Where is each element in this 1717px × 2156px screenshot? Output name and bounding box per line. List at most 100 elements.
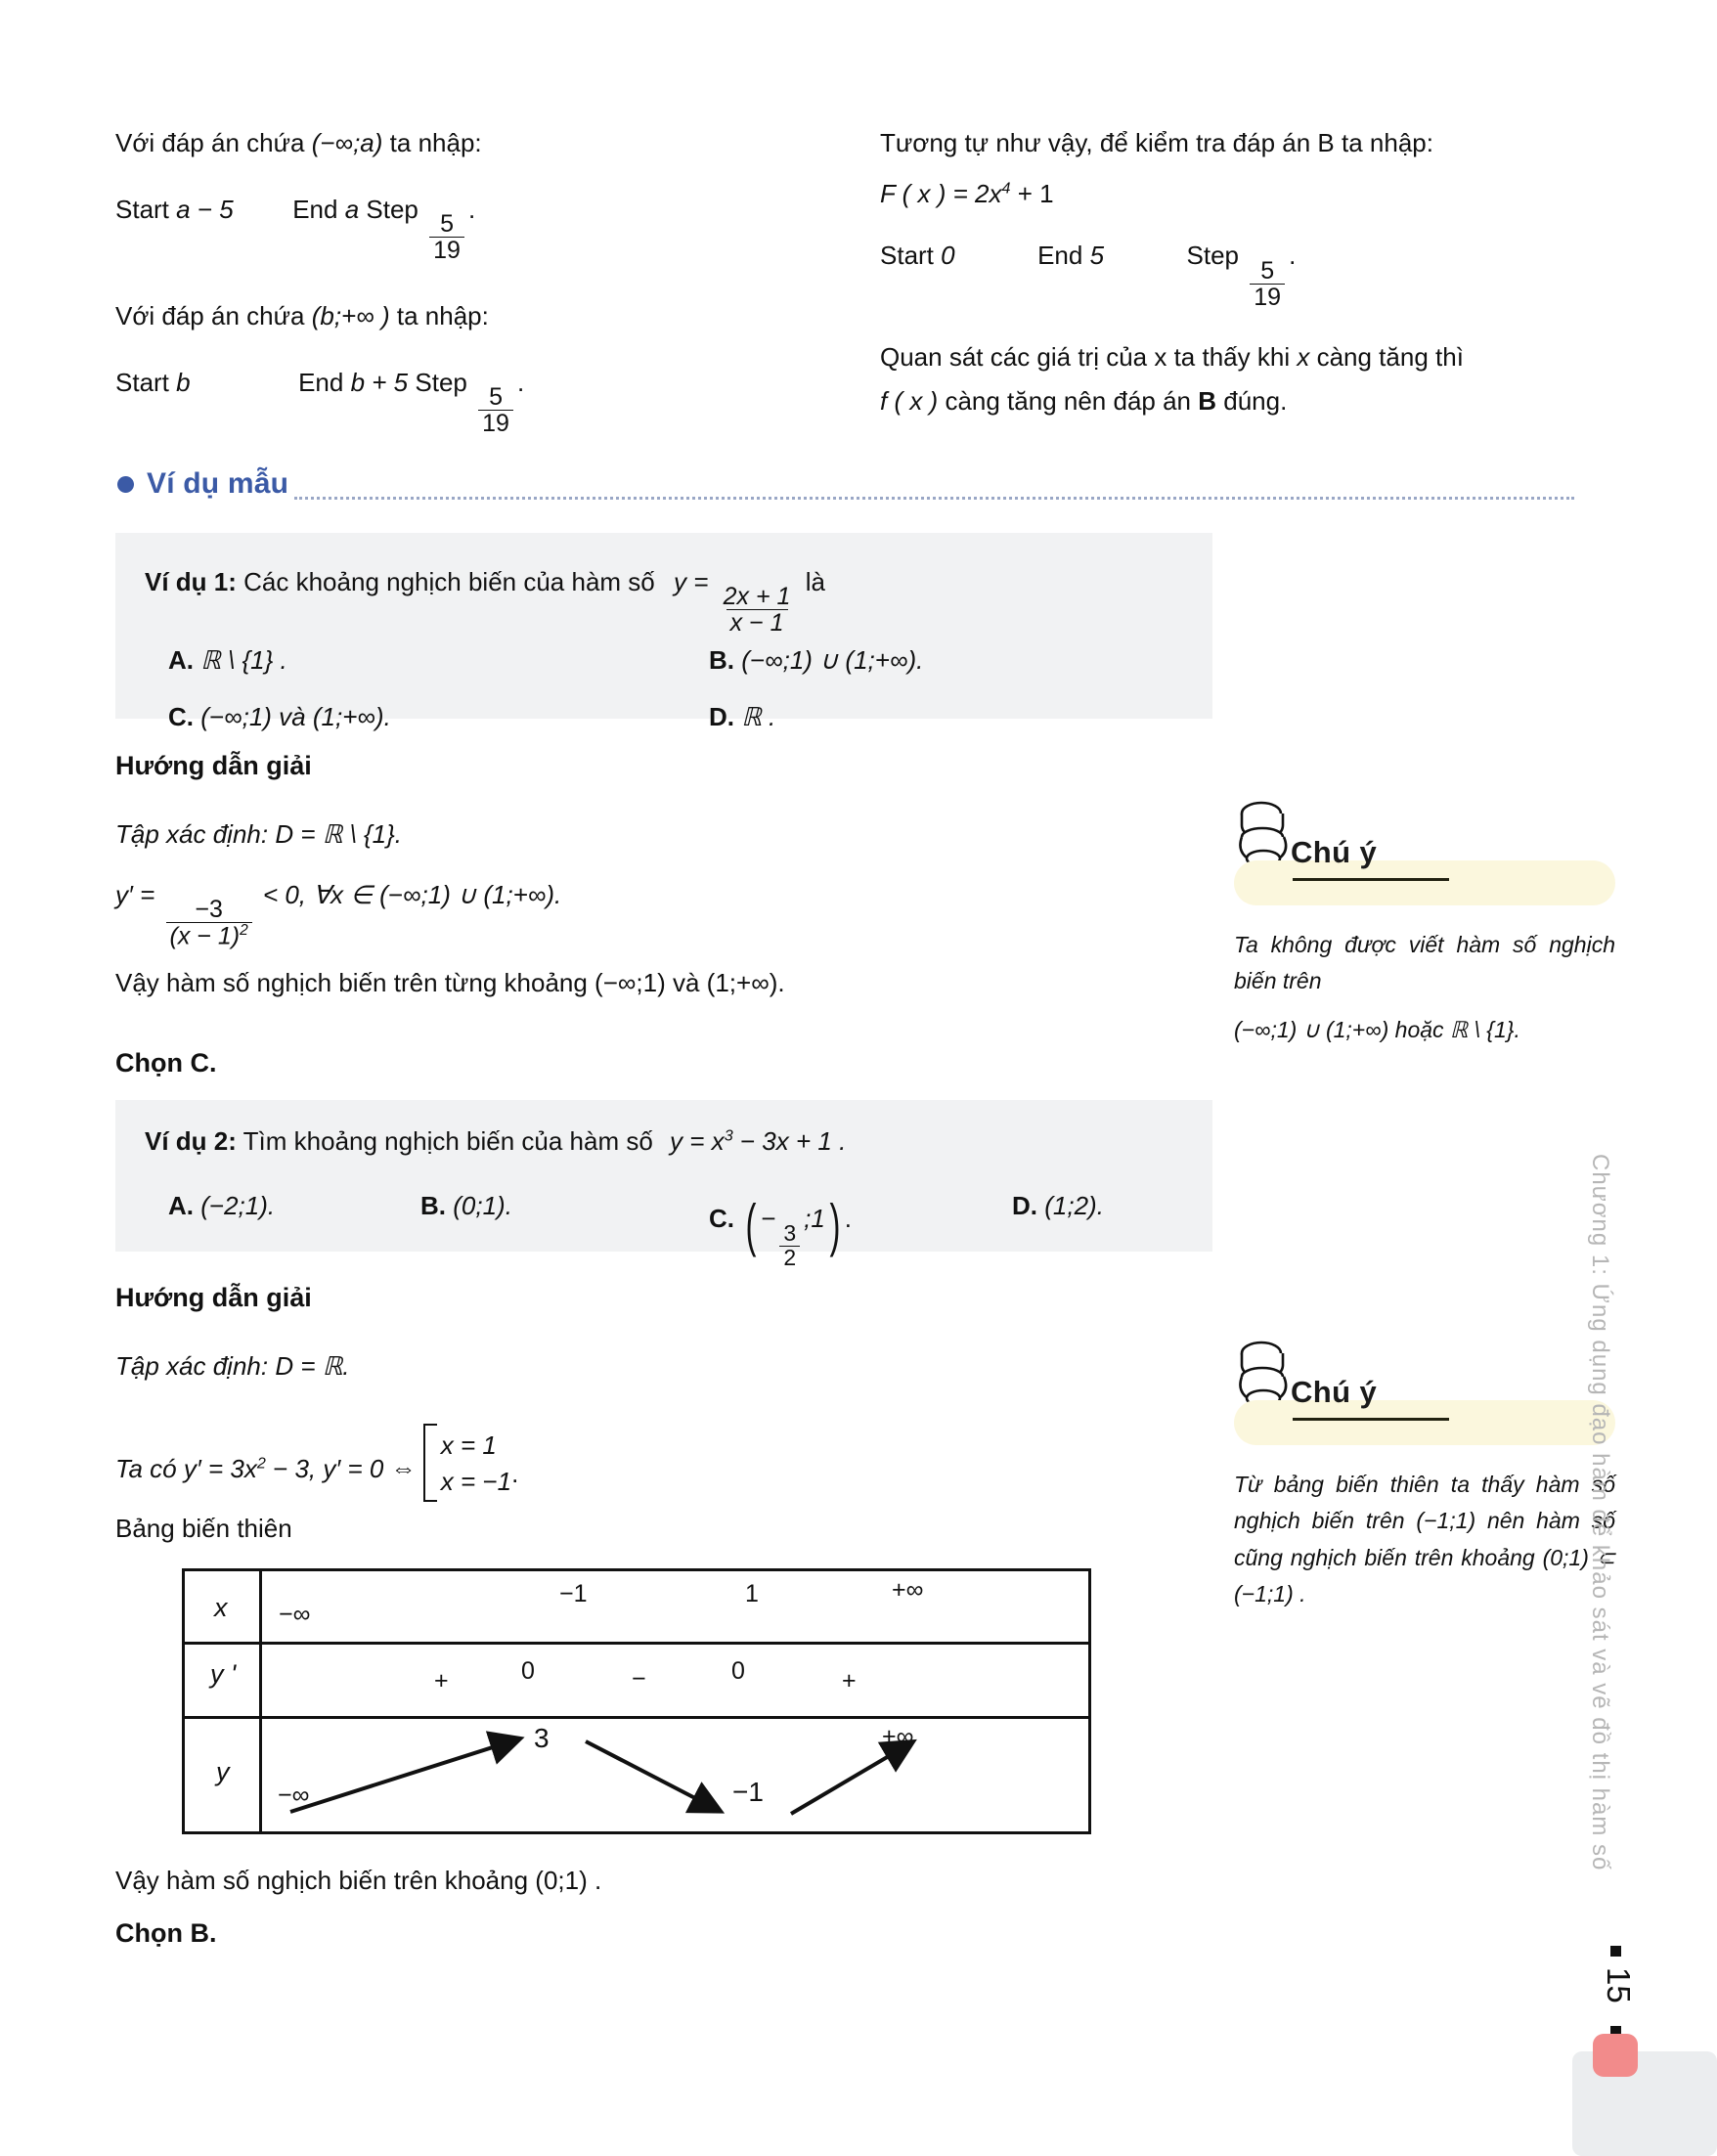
example-1-label: Ví dụ 1:: [145, 567, 237, 596]
example-2-derivative-line: Ta có y′ = 3x2 − 3, y′ = 0 ⇔ x = 1 x = −…: [115, 1424, 518, 1502]
example-1-choice: Chọn C.: [115, 1048, 217, 1078]
option-text: (0;1).: [453, 1191, 512, 1220]
page-number: 15: [1601, 1967, 1637, 2003]
fraction-denominator: 19: [1250, 283, 1286, 310]
example-2-option-c[interactable]: C. (− 3 2 ;1).: [709, 1191, 852, 1270]
left-step-fraction: 5 19: [429, 211, 464, 263]
option-text: (−∞;1) và (1;+∞).: [200, 702, 391, 731]
right-step-fraction: 5 19: [1250, 256, 1286, 310]
left-step-fraction-2: 5 19: [478, 384, 513, 436]
example-1-conclusion: Vậy hàm số nghịch biến trên từng khoảng …: [115, 968, 785, 997]
section-title: Ví dụ mẫu: [147, 467, 289, 500]
option-text: ℝ \ {1} .: [200, 645, 287, 675]
dotted-rule: [294, 483, 1574, 500]
x-tick-pos-inf: +∞: [892, 1576, 924, 1604]
example-2-question-text: Tìm khoảng nghịch biến của hàm số: [242, 1126, 653, 1156]
yprime-zero-2: 0: [731, 1657, 745, 1685]
example-2-table-caption: Bảng biến thiên: [115, 1514, 292, 1543]
option-key: C.: [709, 1204, 734, 1234]
fraction-denominator: (x − 1)2: [165, 922, 252, 949]
left-start-value: a − 5: [176, 194, 234, 224]
arrow-decreasing: [585, 1739, 726, 1814]
left-line-1: Với đáp án chứa (−∞;a) ta nhập:: [115, 125, 624, 162]
right-line-3b: x: [1297, 341, 1310, 372]
left-end-value-2: b + 5: [350, 367, 409, 397]
right-end-value: 5: [1089, 241, 1105, 271]
chapter-side-text: Chương 1: Ứng dụng đạo hàm để khảo sát v…: [1587, 1154, 1613, 1871]
option-text: (1;2).: [1044, 1191, 1104, 1220]
case-1: x = 1: [440, 1430, 497, 1460]
example-1-fn-y: y =: [673, 567, 709, 596]
right-formula-tail: + 1: [1017, 178, 1054, 208]
right-start-value: 0: [941, 241, 955, 271]
note-title-underline: [1293, 1418, 1449, 1421]
fraction-numerator: 5: [489, 382, 503, 411]
left-end-value: a: [344, 194, 360, 224]
left-line-3: Với đáp án chứa (b;+∞ ) ta nhập:: [115, 298, 624, 335]
left-line-1-interval: (−∞;a): [311, 128, 383, 157]
right-formula-lhs: F ( x ) = 2x: [880, 178, 1002, 208]
option-key: C.: [168, 702, 194, 731]
example-2-domain-line: Tập xác định: D = ℝ.: [115, 1351, 350, 1382]
example-2-option-a[interactable]: A. (−2;1).: [168, 1191, 275, 1221]
top-left-column: Với đáp án chứa (−∞;a) ta nhập: Start a …: [115, 125, 624, 436]
example-1-option-a[interactable]: A. ℝ \ {1} .: [168, 645, 287, 676]
example-1-option-d[interactable]: D. ℝ .: [709, 702, 775, 732]
right-line-4d: đúng.: [1223, 386, 1288, 417]
variation-table: x y ' y −∞ −1 1 +∞ + 0 − 0 + −∞ 3 −1 +∞: [182, 1568, 1091, 1834]
left-line-1-pre: Với đáp án chứa: [115, 128, 305, 157]
case-bracket-icon: [422, 1424, 437, 1502]
period: .: [1289, 241, 1297, 271]
note-title-underline: [1293, 878, 1449, 881]
example-1-option-b[interactable]: B. (−∞;1) ∪ (1;+∞).: [709, 645, 923, 676]
option-key: B.: [709, 645, 734, 675]
right-line-4c: B: [1198, 386, 1217, 417]
left-end-label-2: End: [298, 367, 344, 397]
yprime-sign-1: +: [434, 1667, 449, 1694]
right-line-4a: f ( x ): [880, 386, 939, 417]
derivative-line-b: − 3, y′ = 0 ⇔: [273, 1453, 417, 1483]
right-paren: ): [829, 1192, 841, 1257]
example-2-option-d[interactable]: D. (1;2).: [1012, 1191, 1104, 1221]
x-tick-1: 1: [745, 1580, 759, 1607]
option-c-fraction: 3 2: [779, 1220, 801, 1270]
left-paren: (: [745, 1192, 757, 1257]
example-2-choice: Chọn B.: [115, 1918, 217, 1948]
variation-arrows: [289, 1731, 917, 1816]
left-start-value-2: b: [176, 367, 191, 397]
fraction-denominator: 19: [429, 236, 464, 263]
note-title: Chú ý: [1291, 835, 1378, 869]
example-2-label: Ví dụ 2:: [145, 1126, 237, 1156]
derivative-tail: < 0, ∀x ∈ (−∞;1) ∪ (1;+∞).: [262, 880, 562, 909]
right-start-label: Start: [880, 241, 934, 271]
fraction-numerator: 5: [1260, 256, 1275, 285]
option-key: D.: [1012, 1191, 1037, 1220]
right-line-3a: Quan sát các giá trị của x ta thấy khi: [880, 341, 1291, 372]
fraction-numerator: 5: [440, 209, 454, 238]
row-label-x: x: [214, 1593, 228, 1622]
example-1-derivative-line: y′ = −3 (x − 1)2 < 0, ∀x ∈ (−∞;1) ∪ (1;+…: [115, 880, 561, 949]
example-2-question: Ví dụ 2: Tìm khoảng nghịch biến của hàm …: [145, 1126, 846, 1157]
left-line-1-post: ta nhập:: [389, 128, 482, 157]
note-title: Chú ý: [1291, 1375, 1378, 1409]
option-c-period: .: [844, 1204, 852, 1234]
option-key: B.: [420, 1191, 446, 1220]
option-c-pre: −: [761, 1204, 776, 1234]
section-header-vi-du-mau: Ví dụ mẫu: [117, 467, 1574, 501]
note-box-1: Chú ý Ta không được viết hàm số nghịch b…: [1234, 801, 1615, 1048]
note-box-2: Chú ý Từ bảng biến thiên ta thấy hàm số …: [1234, 1341, 1615, 1612]
option-text: ℝ .: [741, 702, 776, 731]
domain-expression: Tập xác định: D = ℝ \ {1}.: [115, 819, 403, 849]
example-2-option-b[interactable]: B. (0;1).: [420, 1191, 512, 1221]
note-1-line-1: Ta không được viết hàm số nghịch biến tr…: [1234, 932, 1615, 994]
denominator-exponent: 2: [240, 922, 248, 940]
left-line-3-post: ta nhập:: [396, 300, 489, 330]
derivative-line-a: Ta có y′ = 3x: [115, 1453, 257, 1483]
bullet-icon: [117, 475, 134, 493]
left-start-label-2: Start: [115, 367, 169, 397]
right-formula: F ( x ) = 2x4 + 1: [880, 176, 1594, 213]
fraction-numerator: 3: [783, 1220, 797, 1247]
example-1-question-text: Các khoảng nghịch biến của hàm số: [243, 567, 655, 596]
derivative-exponent: 2: [256, 1454, 266, 1473]
example-1-option-c[interactable]: C. (−∞;1) và (1;+∞).: [168, 702, 391, 732]
